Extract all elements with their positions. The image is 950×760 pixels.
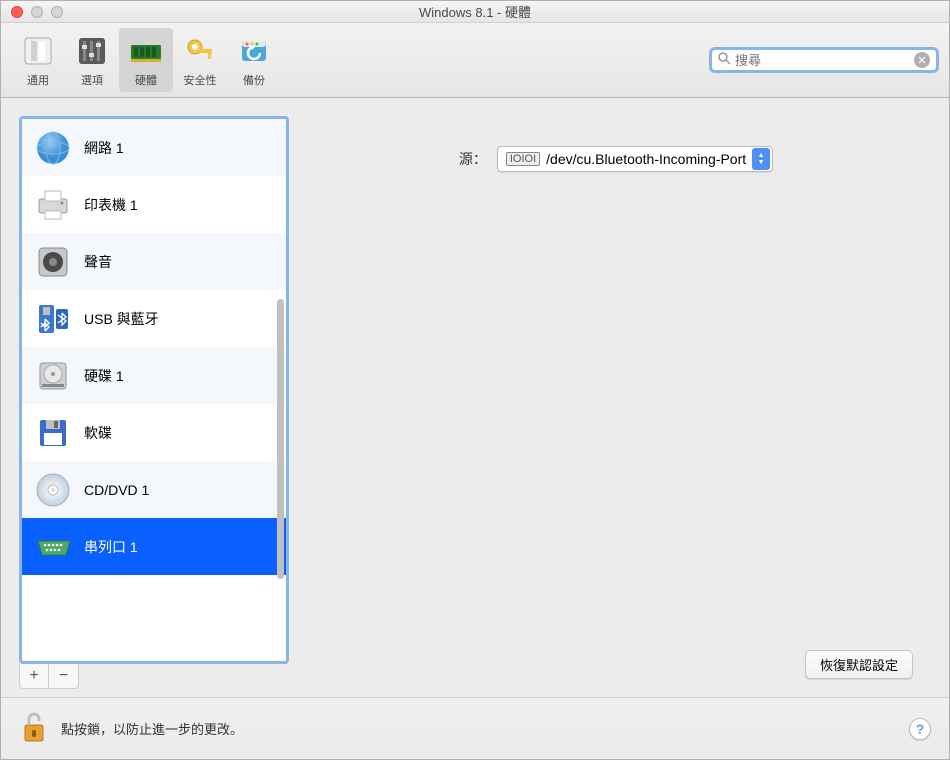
source-label: 源： — [447, 149, 487, 169]
detail-pane: 源： IOIOI /dev/cu.Bluetooth-Incoming-Port… — [289, 116, 931, 689]
lock-icon[interactable] — [19, 709, 49, 748]
sidebar-item-serial[interactable]: 串列口 1 — [22, 518, 286, 575]
help-button[interactable]: ? — [909, 718, 931, 740]
source-select[interactable]: IOIOI /dev/cu.Bluetooth-Incoming-Port ▲▼ — [497, 146, 773, 172]
speaker-icon — [34, 243, 72, 281]
usb-bluetooth-icon — [34, 300, 72, 338]
search-field[interactable]: ✕ — [709, 47, 939, 73]
toolbar-security[interactable]: 安全性 — [173, 28, 227, 92]
disc-icon — [34, 471, 72, 509]
floppy-icon — [34, 414, 72, 452]
clear-icon[interactable]: ✕ — [914, 52, 930, 68]
toolbar-backup[interactable]: 備份 — [227, 28, 281, 92]
content: 網路 1 印表機 1 聲音 USB 與藍牙 — [1, 98, 949, 759]
hdd-icon — [34, 357, 72, 395]
sidebar-item-cddvd[interactable]: CD/DVD 1 — [22, 461, 286, 518]
hw-label: 軟碟 — [84, 423, 112, 443]
toolbar-label: 通用 — [27, 72, 49, 88]
hw-label: 聲音 — [84, 252, 112, 272]
globe-icon — [34, 129, 72, 167]
toolbar-label: 安全性 — [184, 72, 217, 88]
sidebar-item-network[interactable]: 網路 1 — [22, 119, 286, 176]
traffic-lights — [1, 6, 63, 18]
toggle-icon — [19, 32, 57, 70]
preferences-window: Windows 8.1 - 硬體 通用 選項 硬體 — [0, 0, 950, 760]
close-icon[interactable] — [11, 6, 23, 18]
toolbar-general[interactable]: 通用 — [11, 28, 65, 92]
toolbar-options[interactable]: 選項 — [65, 28, 119, 92]
sidebar-wrap: 網路 1 印表機 1 聲音 USB 與藍牙 — [19, 116, 289, 689]
hw-label: 串列口 1 — [84, 537, 138, 557]
main-row: 網路 1 印表機 1 聲音 USB 與藍牙 — [1, 98, 949, 697]
add-remove-bar: + − — [19, 663, 79, 689]
search-input[interactable] — [735, 53, 914, 68]
chevron-updown-icon: ▲▼ — [752, 148, 770, 170]
hardware-list: 網路 1 印表機 1 聲音 USB 與藍牙 — [19, 116, 289, 664]
sliders-icon — [73, 32, 111, 70]
toolbar-label: 硬體 — [135, 72, 157, 88]
sidebar-item-usb-bt[interactable]: USB 與藍牙 — [22, 290, 286, 347]
chip-icon — [127, 32, 165, 70]
serial-port-icon — [34, 528, 72, 566]
printer-icon — [34, 186, 72, 224]
maximize-icon[interactable] — [51, 6, 63, 18]
hw-label: 印表機 1 — [84, 195, 138, 215]
backup-icon — [235, 32, 273, 70]
lock-text: 點按鎖，以防止進一步的更改。 — [61, 719, 243, 738]
minimize-icon[interactable] — [31, 6, 43, 18]
sidebar-item-floppy[interactable]: 軟碟 — [22, 404, 286, 461]
hw-label: USB 與藍牙 — [84, 309, 159, 329]
sidebar-item-hdd[interactable]: 硬碟 1 — [22, 347, 286, 404]
source-row: 源： IOIOI /dev/cu.Bluetooth-Incoming-Port… — [319, 146, 901, 172]
footer: 點按鎖，以防止進一步的更改。 ? — [1, 697, 949, 759]
source-value: /dev/cu.Bluetooth-Incoming-Port — [546, 151, 746, 167]
sidebar-item-printer[interactable]: 印表機 1 — [22, 176, 286, 233]
toolbar-label: 備份 — [243, 72, 265, 88]
hw-label: CD/DVD 1 — [84, 482, 149, 498]
hw-label: 網路 1 — [84, 138, 124, 158]
port-icon: IOIOI — [506, 152, 540, 166]
hw-label: 硬碟 1 — [84, 366, 124, 386]
toolbar-label: 選項 — [81, 72, 103, 88]
sidebar-item-sound[interactable]: 聲音 — [22, 233, 286, 290]
scrollbar[interactable] — [277, 299, 284, 579]
key-icon — [181, 32, 219, 70]
restore-defaults-button[interactable]: 恢復默認設定 — [805, 650, 913, 679]
toolbar: 通用 選項 硬體 安全性 — [1, 23, 949, 98]
titlebar[interactable]: Windows 8.1 - 硬體 — [1, 1, 949, 23]
remove-button[interactable]: − — [49, 663, 78, 688]
search-icon — [718, 52, 731, 68]
window-title: Windows 8.1 - 硬體 — [1, 2, 949, 21]
toolbar-items: 通用 選項 硬體 安全性 — [11, 28, 281, 92]
add-button[interactable]: + — [20, 663, 49, 688]
toolbar-hardware[interactable]: 硬體 — [119, 28, 173, 92]
